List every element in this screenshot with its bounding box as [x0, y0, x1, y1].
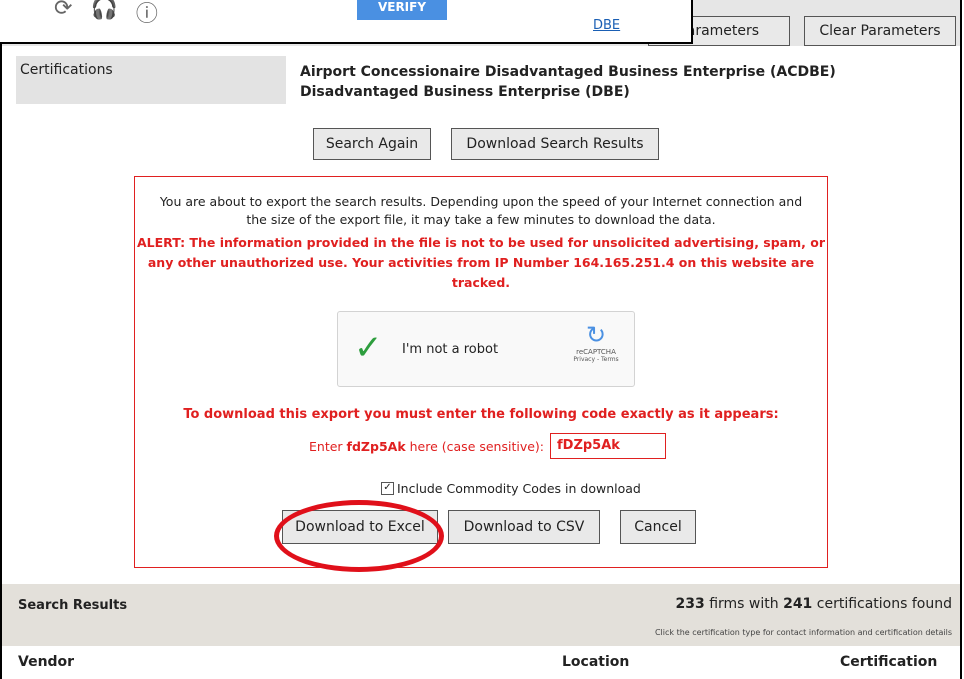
- certifications-row: Certifications Airport Concessionaire Di…: [16, 56, 958, 104]
- cancel-label: Cancel: [634, 519, 682, 535]
- include-commodity-checkbox[interactable]: ✓: [381, 482, 394, 495]
- search-again-label: Search Again: [325, 136, 419, 152]
- recaptcha-icon: ↻: [585, 321, 607, 349]
- clear-parameters-label: Clear Parameters: [819, 23, 941, 39]
- alert-line-3: tracked.: [451, 275, 511, 290]
- download-csv-label: Download to CSV: [463, 519, 585, 535]
- headphones-icon[interactable]: 🎧: [90, 0, 117, 28]
- download-excel-label: Download to Excel: [295, 519, 425, 535]
- verify-button-label: VERIFY: [377, 0, 427, 14]
- alert-line-2: any other unauthorized use. Your activit…: [147, 255, 815, 270]
- enter-suffix: here (case sensitive):: [409, 439, 545, 454]
- column-certification[interactable]: Certification: [840, 654, 937, 670]
- recaptcha-logo: ↻ reCAPTCHA Privacy - Terms: [566, 322, 626, 363]
- cancel-button[interactable]: Cancel: [620, 510, 696, 544]
- enter-code-line: Enter fdZp5Ak here (case sensitive):: [309, 439, 544, 454]
- search-results-header: Search Results 233 firms with 241 certif…: [2, 584, 960, 679]
- include-commodity-line[interactable]: ✓ Include Commodity Codes in download: [381, 481, 641, 496]
- code-instruction: To download this export you must enter t…: [183, 407, 779, 422]
- recaptcha-widget[interactable]: ✓ I'm not a robot ↻ reCAPTCHA Privacy - …: [337, 311, 635, 387]
- cert-acdbe: Airport Concessionaire Disadvantaged Bus…: [300, 64, 836, 80]
- certifications-label: Certifications: [16, 56, 286, 104]
- info-icon[interactable]: ⓘ: [136, 0, 158, 28]
- cert-count: 241: [783, 596, 813, 612]
- download-excel-button[interactable]: Download to Excel: [282, 510, 438, 544]
- column-location[interactable]: Location: [562, 654, 629, 670]
- verify-button[interactable]: VERIFY: [357, 0, 447, 20]
- recaptcha-brand: reCAPTCHA: [576, 348, 616, 356]
- export-alert: ALERT: The information provided in the f…: [135, 233, 827, 293]
- search-again-button[interactable]: Search Again: [313, 128, 431, 160]
- captcha-label: I'm not a robot: [402, 342, 499, 357]
- clear-parameters-button[interactable]: Clear Parameters: [804, 16, 956, 46]
- results-count: 233 firms with 241 certifications found: [676, 596, 952, 612]
- alert-line-1: ALERT: The information provided in the f…: [137, 235, 825, 250]
- firms-text: firms with: [709, 596, 779, 612]
- popup-icon-group: ⟳ 🎧 ⓘ: [54, 0, 158, 28]
- checkmark-icon[interactable]: ✓: [354, 328, 383, 368]
- include-commodity-label: Include Commodity Codes in download: [397, 481, 641, 496]
- export-intro: You are about to export the search resul…: [135, 193, 827, 229]
- intro-line-2: the size of the export file, it may take…: [246, 212, 716, 227]
- dbe-link[interactable]: DBE: [593, 18, 620, 33]
- intro-line-1: You are about to export the search resul…: [159, 194, 803, 209]
- certifications-values: Airport Concessionaire Disadvantaged Bus…: [300, 62, 836, 102]
- refresh-icon[interactable]: ⟳: [54, 0, 72, 28]
- download-search-results-button[interactable]: Download Search Results: [451, 128, 659, 160]
- download-csv-button[interactable]: Download to CSV: [448, 510, 600, 544]
- code-input[interactable]: fDZp5Ak: [550, 433, 666, 459]
- results-column-headers: Vendor Location Certification: [2, 646, 960, 679]
- cert-text: certifications found: [816, 596, 952, 612]
- code-display: fdZp5Ak: [346, 439, 406, 454]
- cert-dbe: Disadvantaged Business Enterprise (DBE): [300, 84, 630, 100]
- firms-count: 233: [675, 596, 705, 612]
- captcha-popup: ⟳ 🎧 ⓘ VERIFY DBE: [0, 0, 693, 44]
- column-vendor[interactable]: Vendor: [18, 654, 74, 670]
- download-search-results-label: Download Search Results: [466, 136, 644, 152]
- results-hint: Click the certification type for contact…: [654, 628, 952, 637]
- enter-prefix: Enter: [309, 439, 343, 454]
- search-results-title: Search Results: [18, 598, 128, 613]
- recaptcha-links[interactable]: Privacy - Terms: [566, 356, 626, 363]
